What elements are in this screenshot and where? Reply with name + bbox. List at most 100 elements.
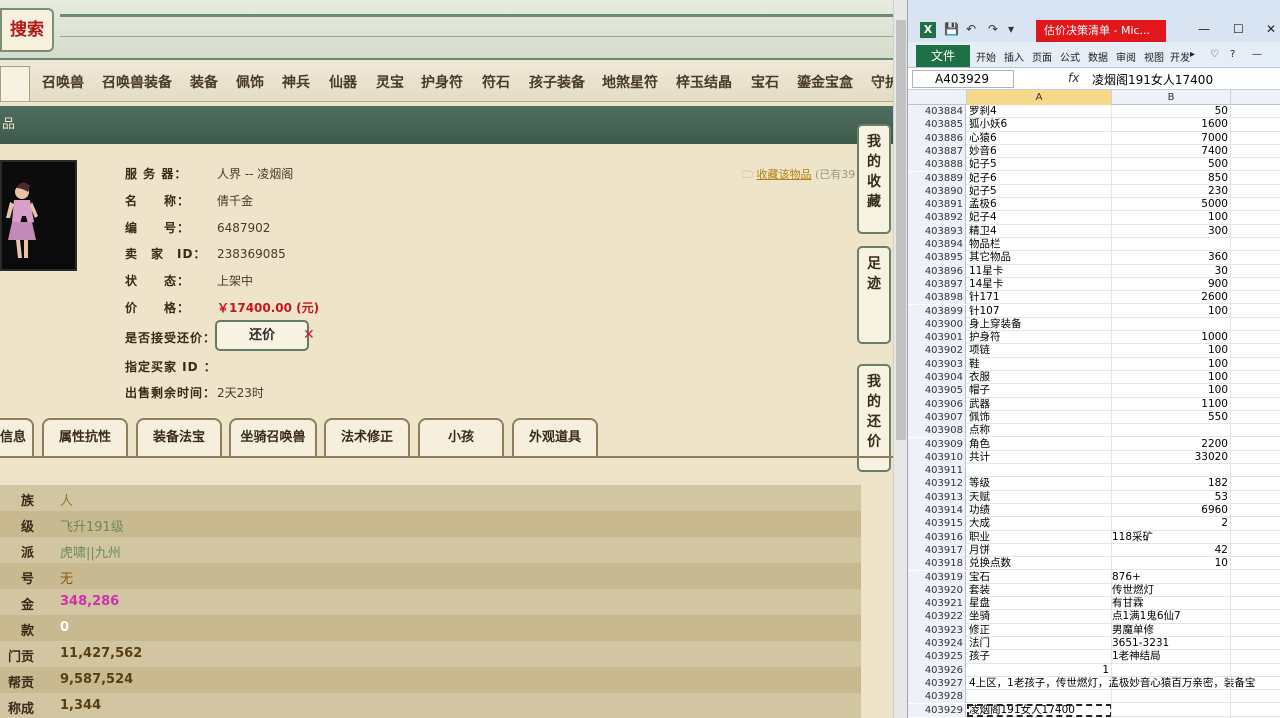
- cell-b[interactable]: 1老神结局: [1112, 650, 1230, 663]
- row-number[interactable]: 403907: [908, 410, 966, 425]
- cell-a[interactable]: 武器: [968, 398, 1111, 411]
- ribbon-tab[interactable]: ♡: [1210, 49, 1219, 60]
- row-number[interactable]: 403888: [908, 158, 966, 172]
- column-header-c[interactable]: [1231, 90, 1280, 105]
- cell-a[interactable]: 精卫4: [968, 225, 1111, 238]
- nav-item[interactable]: 守护: [871, 72, 893, 92]
- cell-b[interactable]: 6960: [1112, 504, 1230, 517]
- row-number[interactable]: 403916: [908, 530, 966, 544]
- row-number[interactable]: 403900: [908, 317, 966, 332]
- cell-a[interactable]: 物品栏: [968, 238, 1111, 251]
- customize-icon[interactable]: ▾: [1008, 22, 1014, 36]
- cell-a[interactable]: 身上穿装备: [968, 318, 1111, 331]
- nav-selected-tab[interactable]: [0, 66, 30, 101]
- cell-a[interactable]: 等级: [968, 477, 1111, 490]
- tab-item[interactable]: 装备法宝: [136, 418, 222, 456]
- row-number[interactable]: 403887: [908, 144, 966, 159]
- cell-a[interactable]: 月饼: [968, 544, 1111, 557]
- cell-a[interactable]: 星盘: [968, 597, 1111, 610]
- cell-a[interactable]: 佩饰: [968, 411, 1111, 424]
- row-number[interactable]: 403901: [908, 331, 966, 345]
- cell-a[interactable]: 罗刹4: [968, 105, 1111, 118]
- game-scrollbar[interactable]: [893, 0, 907, 718]
- cell-b[interactable]: 传世燃灯: [1112, 584, 1230, 597]
- row-number[interactable]: 403925: [908, 650, 966, 664]
- cell-a[interactable]: 职业: [968, 531, 1111, 544]
- cell-b[interactable]: 33020: [1112, 451, 1230, 464]
- cell-b[interactable]: 850: [1112, 172, 1230, 185]
- nav-item[interactable]: 地煞星符: [602, 72, 658, 92]
- row-number[interactable]: 403926: [908, 663, 966, 677]
- redo-icon[interactable]: ↷: [988, 22, 998, 36]
- cell-b[interactable]: 3651-3231: [1112, 637, 1230, 650]
- row-number[interactable]: 403898: [908, 291, 966, 305]
- cell-a[interactable]: 衣服: [968, 371, 1111, 384]
- close-button[interactable]: ✕: [1266, 22, 1276, 36]
- ribbon-tab[interactable]: ?: [1230, 49, 1235, 60]
- ribbon-tab[interactable]: ▸: [1190, 49, 1195, 60]
- cell-b[interactable]: 7000: [1112, 132, 1230, 145]
- cell-b[interactable]: 有甘霖: [1112, 597, 1230, 610]
- row-number[interactable]: 403896: [908, 264, 966, 278]
- ribbon-tab[interactable]: 插入: [1004, 49, 1024, 64]
- counter-offer-button[interactable]: 还价: [215, 320, 309, 351]
- nav-item[interactable]: 梓玉结晶: [676, 72, 732, 92]
- cell-b[interactable]: 550: [1112, 411, 1230, 424]
- nav-item[interactable]: 护身符: [421, 72, 463, 92]
- row-number[interactable]: 403889: [908, 171, 966, 185]
- cell-a[interactable]: 14星卡: [968, 278, 1111, 291]
- footprint-button[interactable]: 足迹: [857, 246, 891, 344]
- nav-item[interactable]: 召唤兽装备: [102, 72, 172, 92]
- tab-item[interactable]: 信息: [0, 418, 34, 456]
- nav-item[interactable]: 鎏金宝盒: [797, 72, 853, 92]
- cell-b[interactable]: 500: [1112, 158, 1230, 171]
- nav-item[interactable]: 佩饰: [236, 72, 264, 92]
- row-number[interactable]: 403899: [908, 304, 966, 318]
- row-number[interactable]: 403927: [908, 676, 966, 691]
- minimize-button[interactable]: —: [1198, 22, 1210, 36]
- cell-a[interactable]: 4上区，1老孩子，传世燃灯，孟极妙音心猿百万亲密，装备宝: [968, 677, 1255, 690]
- row-number[interactable]: 403903: [908, 357, 966, 371]
- tab-item[interactable]: 外观道具: [512, 418, 598, 456]
- cell-b[interactable]: 100: [1112, 344, 1230, 357]
- ribbon-tab[interactable]: 公式: [1060, 49, 1080, 64]
- scrollbar-thumb[interactable]: [896, 20, 906, 440]
- cell-b[interactable]: 230: [1112, 185, 1230, 198]
- cell-b[interactable]: 7400: [1112, 145, 1230, 158]
- cell-a[interactable]: 项链: [968, 344, 1111, 357]
- row-number[interactable]: 403921: [908, 597, 966, 611]
- row-number[interactable]: 403908: [908, 424, 966, 438]
- ribbon-tab[interactable]: 开始: [976, 49, 996, 64]
- cell-b[interactable]: 182: [1112, 477, 1230, 490]
- cell-b[interactable]: 2200: [1112, 438, 1230, 451]
- row-number[interactable]: 403910: [908, 450, 966, 465]
- row-number[interactable]: 403914: [908, 504, 966, 518]
- cell-a[interactable]: 天赋: [968, 491, 1111, 504]
- cell-a[interactable]: 其它物品: [968, 251, 1111, 264]
- cell-a[interactable]: 兑换点数: [968, 557, 1111, 570]
- row-number[interactable]: 403890: [908, 184, 966, 199]
- cell-a[interactable]: 妃子5: [968, 185, 1111, 198]
- row-number[interactable]: 403919: [908, 570, 966, 584]
- cell-b[interactable]: 2: [1112, 517, 1230, 530]
- row-number[interactable]: 403917: [908, 543, 966, 558]
- row-number[interactable]: 403913: [908, 490, 966, 504]
- cell-a[interactable]: 妃子4: [968, 211, 1111, 224]
- name-box[interactable]: A403929: [912, 70, 1014, 88]
- cell-b[interactable]: 1600: [1112, 118, 1230, 131]
- cell-b[interactable]: 30: [1112, 265, 1230, 278]
- cell-b[interactable]: 53: [1112, 491, 1230, 504]
- cell-a[interactable]: 点称: [968, 424, 1111, 437]
- cell-b[interactable]: 10: [1112, 557, 1230, 570]
- row-number[interactable]: 403904: [908, 371, 966, 385]
- search-button[interactable]: 搜索: [0, 8, 54, 52]
- cell-a[interactable]: 11星卡: [968, 265, 1111, 278]
- cell-b[interactable]: 点1满1鬼6仙7: [1112, 610, 1230, 623]
- cell-b[interactable]: 男魔单修: [1112, 624, 1230, 637]
- save-icon[interactable]: 💾: [944, 22, 959, 36]
- nav-item[interactable]: 灵宝: [376, 72, 404, 92]
- ribbon-tab[interactable]: 开发: [1170, 49, 1190, 64]
- cell-b[interactable]: 118采矿: [1112, 531, 1230, 544]
- ribbon-tab[interactable]: 审阅: [1116, 49, 1136, 64]
- cell-a[interactable]: 孟极6: [968, 198, 1111, 211]
